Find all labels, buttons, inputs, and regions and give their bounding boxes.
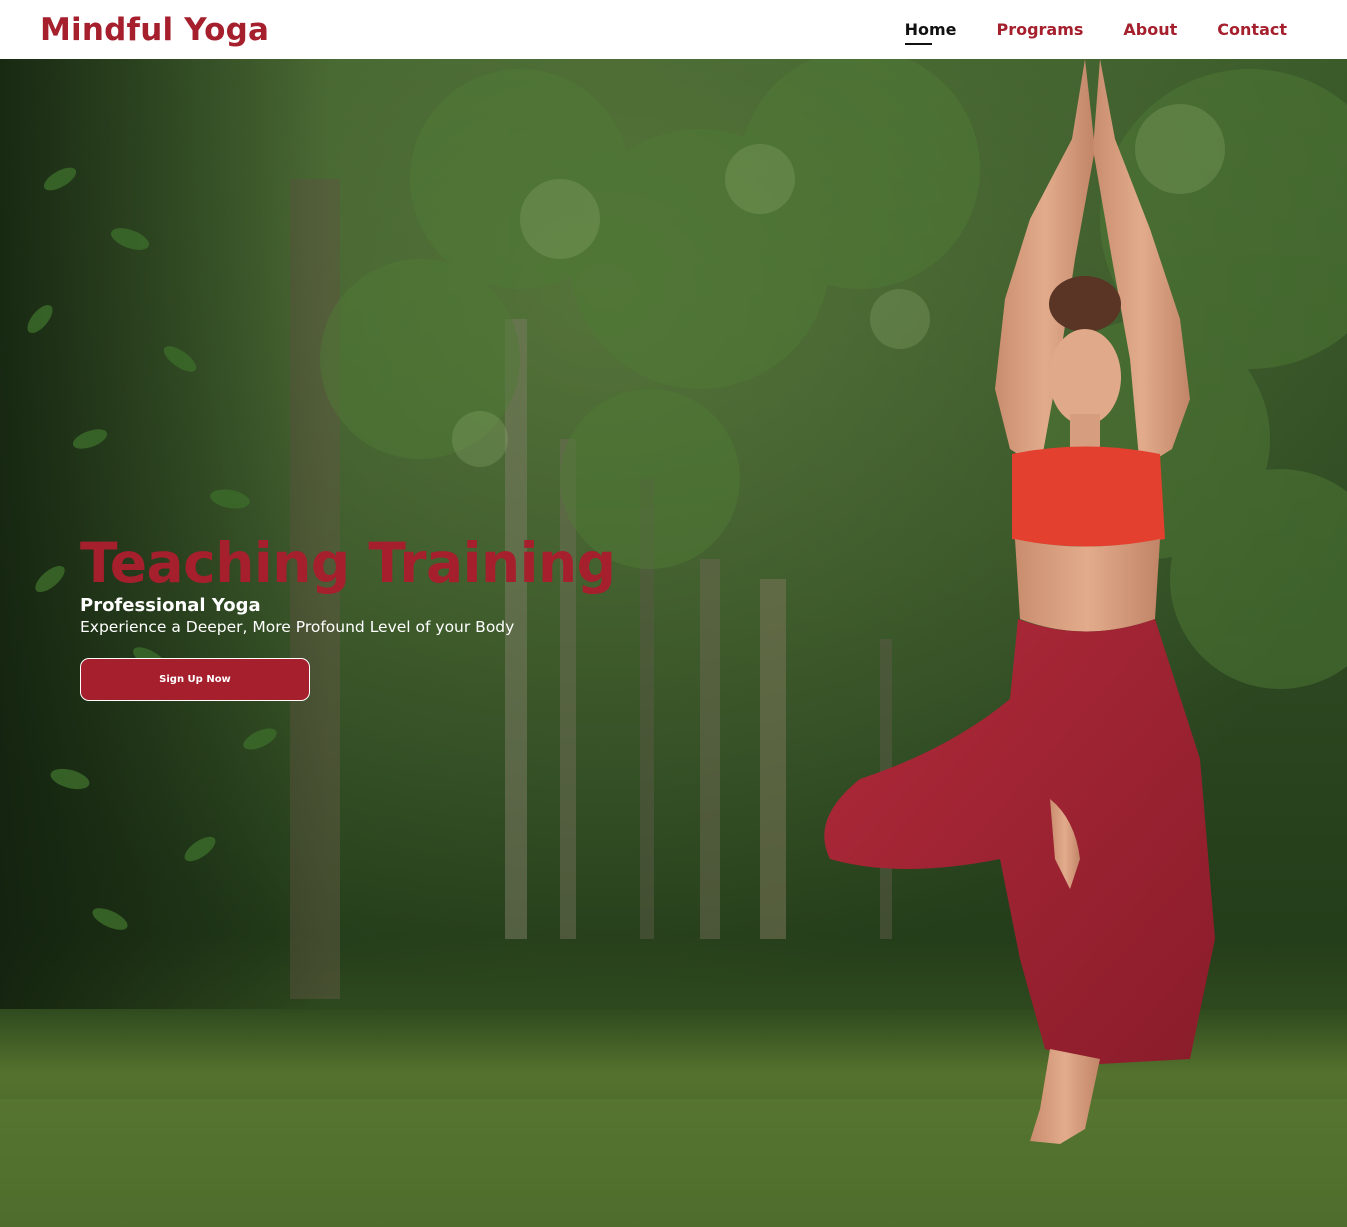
hero-tagline: Experience a Deeper, More Profound Level…	[80, 618, 515, 636]
nav-link-programs[interactable]: Programs	[996, 19, 1083, 41]
site-logo[interactable]: Mindful Yoga	[40, 10, 269, 50]
main-nav: Home Programs About Contact	[904, 19, 1287, 45]
hero-content: Teaching Training Professional Yoga Expe…	[80, 531, 720, 701]
active-nav-indicator	[904, 43, 932, 45]
nav-link-programs-label: Programs	[996, 20, 1084, 39]
hero-title: Teaching Training	[80, 531, 616, 595]
nav-link-about[interactable]: About	[1123, 19, 1177, 41]
nav-link-home-label: Home	[904, 20, 957, 39]
nav-link-contact[interactable]: Contact	[1217, 19, 1287, 41]
hero-section: Teaching Training Professional Yoga Expe…	[0, 59, 1347, 1227]
sign-up-button[interactable]: Sign Up Now	[80, 658, 310, 701]
nav-link-home[interactable]: Home	[904, 19, 957, 45]
nav-link-about-label: About	[1123, 20, 1178, 39]
site-header: Mindful Yoga Home Programs About Contact	[0, 0, 1347, 59]
nav-link-contact-label: Contact	[1217, 20, 1287, 39]
hero-subtitle: Professional Yoga	[80, 595, 261, 616]
